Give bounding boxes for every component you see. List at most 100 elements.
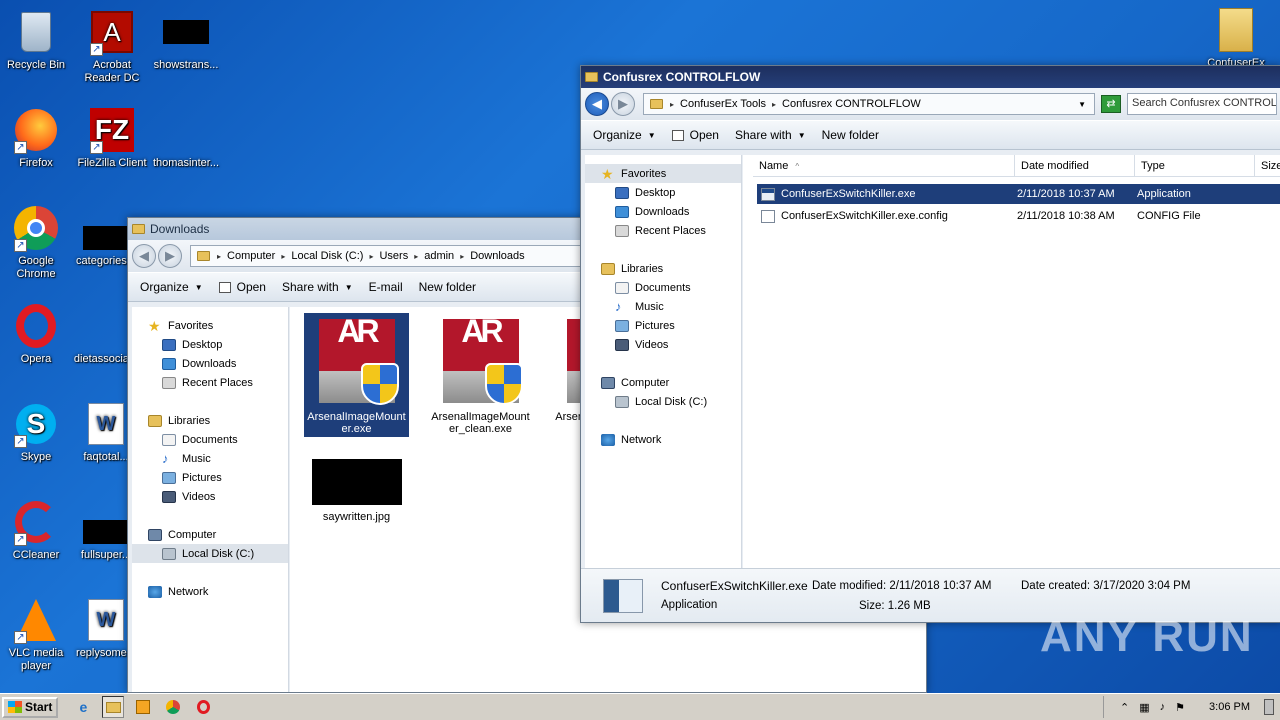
media-player-icon[interactable] (132, 696, 154, 718)
file-item[interactable]: AR ArsenalImageMounter_clean.exe (428, 313, 533, 437)
start-button[interactable]: Start (2, 696, 59, 718)
column-header-type[interactable]: Type (1135, 155, 1255, 176)
nav-libraries[interactable]: Libraries (132, 411, 288, 430)
folder-icon (197, 251, 210, 261)
desktop-icon-acrobat[interactable]: A ↗ Acrobat Reader DC (76, 8, 148, 85)
nav-videos[interactable]: Videos (132, 487, 288, 506)
file-type: Application (1137, 188, 1191, 200)
breadcrumb-confusrex-controlflow[interactable]: Confusrex CONTROLFLOW (782, 98, 921, 110)
nav-network[interactable]: Network (585, 430, 741, 449)
details-size-value: 1.26 MB (887, 600, 931, 612)
breadcrumb-downloads[interactable]: Downloads (470, 250, 524, 262)
breadcrumb-local-disk[interactable]: Local Disk (C:) (291, 250, 363, 262)
nav-local-disk[interactable]: Local Disk (C:) (132, 544, 288, 563)
opera-icon[interactable] (192, 696, 214, 718)
nav-documents[interactable]: Documents (585, 278, 741, 297)
file-item[interactable]: AR ArsenalImageMounter.exe (304, 313, 409, 437)
nav-computer[interactable]: Computer (585, 373, 741, 392)
column-header-name[interactable]: Name ^ (753, 155, 1015, 176)
new-folder-button[interactable]: New folder (411, 277, 484, 297)
nav-videos[interactable]: Videos (585, 335, 741, 354)
confusrex-window[interactable]: Confusrex CONTROLFLOW ◀ ▶ ▸ ConfuserEx T… (580, 65, 1280, 623)
back-button[interactable]: ◀ (585, 92, 609, 116)
breadcrumb-confuserex-tools[interactable]: ConfuserEx Tools (680, 98, 766, 110)
music-icon: ♪ (162, 450, 169, 466)
address-bar[interactable]: ▸ ConfuserEx Tools ▸ Confusrex CONTROLFLO… (643, 93, 1095, 115)
file-item[interactable]: saywritten.jpg (304, 457, 409, 523)
nav-network[interactable]: Network (132, 582, 288, 601)
organize-button[interactable]: Organize ▼ (585, 125, 664, 145)
nav-pictures[interactable]: Pictures (585, 316, 741, 335)
table-row[interactable]: ConfuserExSwitchKiller.exe 2/11/2018 10:… (757, 184, 1280, 204)
desktop-icon-filezilla[interactable]: FZ ↗ FileZilla Client (76, 106, 148, 170)
email-button[interactable]: E-mail (361, 277, 411, 297)
clock[interactable]: 3:06 PM (1209, 701, 1250, 713)
open-icon (218, 281, 231, 293)
share-with-button[interactable]: Share with ▼ (274, 277, 361, 297)
network-tray-icon[interactable]: ▦ (1139, 701, 1149, 714)
nav-music[interactable]: ♪ Music (132, 449, 288, 468)
nav-recent-places[interactable]: Recent Places (132, 373, 288, 392)
nav-desktop[interactable]: Desktop (132, 335, 288, 354)
nav-label: Local Disk (C:) (182, 547, 255, 560)
breadcrumb-users[interactable]: Users (379, 250, 408, 262)
folder-icon (132, 224, 145, 234)
column-label: Size (1261, 160, 1280, 172)
nav-pictures[interactable]: Pictures (132, 468, 288, 487)
breadcrumb-computer[interactable]: Computer (227, 250, 275, 262)
ie-icon[interactable]: e (72, 696, 94, 718)
desktop-icon-recycle-bin[interactable]: Recycle Bin (0, 8, 72, 72)
desktop-icon-opera[interactable]: Opera (0, 302, 72, 366)
forward-button[interactable]: ▶ (158, 244, 182, 268)
search-input[interactable]: Search Confusrex CONTROLFLOW (1127, 93, 1277, 115)
new-folder-button[interactable]: New folder (814, 125, 887, 145)
nav-downloads[interactable]: Downloads (132, 354, 288, 373)
action-center-flag-icon[interactable]: ⚑ (1175, 701, 1185, 714)
desktop-icon-chrome[interactable]: ↗ Google Chrome (0, 204, 72, 281)
chrome-icon[interactable] (162, 696, 184, 718)
refresh-icon[interactable]: ⇄ (1101, 95, 1121, 113)
forward-button[interactable]: ▶ (611, 92, 635, 116)
table-row[interactable]: ConfuserExSwitchKiller.exe.config 2/11/2… (757, 206, 1280, 226)
firefox-icon: ↗ (12, 106, 60, 154)
desktop-icon-showstrans[interactable]: showstrans... (150, 8, 222, 72)
volume-icon[interactable]: ♪ (1160, 701, 1166, 713)
column-header-date[interactable]: Date modified (1015, 155, 1135, 176)
explorer-icon[interactable] (102, 696, 125, 718)
desktop-icon-firefox[interactable]: ↗ Firefox (0, 106, 72, 170)
desktop-icon-confuserex-folder[interactable]: ConfuserEx (1200, 6, 1272, 70)
share-with-button[interactable]: Share with ▼ (727, 125, 814, 145)
nav-documents[interactable]: Documents (132, 430, 288, 449)
column-header-size[interactable]: Size (1255, 155, 1280, 176)
nav-favorites[interactable]: ★ Favorites (132, 316, 288, 335)
open-button[interactable]: Open (664, 125, 727, 145)
breadcrumb-admin[interactable]: admin (424, 250, 454, 262)
column-label: Type (1141, 160, 1165, 172)
details-filename: ConfuserExSwitchKiller.exe (661, 579, 808, 593)
organize-button[interactable]: Organize ▼ (132, 277, 211, 297)
file-list[interactable]: Name ^ Date modified Type Size ConfuserE… (743, 155, 1280, 568)
desktop-icon-vlc[interactable]: ↗ VLC media player (0, 596, 72, 673)
chevron-down-icon[interactable]: ▼ (1078, 100, 1086, 109)
nav-recent-places[interactable]: Recent Places (585, 221, 741, 240)
desktop-icon-thomasinter[interactable]: thomasinter... (150, 106, 222, 170)
desktop-icon-ccleaner[interactable]: ↗ CCleaner (0, 498, 72, 562)
nav-local-disk[interactable]: Local Disk (C:) (585, 392, 741, 411)
open-button[interactable]: Open (211, 277, 274, 297)
desktop-icon-skype[interactable]: S ↗ Skype (0, 400, 72, 464)
show-desktop-button[interactable] (1264, 699, 1274, 715)
nav-favorites[interactable]: ★ Favorites (585, 164, 741, 183)
documents-icon (162, 433, 176, 446)
pictures-icon (162, 471, 176, 484)
nav-desktop[interactable]: Desktop (585, 183, 741, 202)
nav-music[interactable]: ♪ Music (585, 297, 741, 316)
details-size-label: Size: (859, 600, 885, 612)
desktop-icon-label: Firefox (19, 157, 53, 169)
filezilla-icon: FZ ↗ (88, 106, 136, 154)
nav-computer[interactable]: Computer (132, 525, 288, 544)
nav-downloads[interactable]: Downloads (585, 202, 741, 221)
back-button[interactable]: ◀ (132, 244, 156, 268)
nav-libraries[interactable]: Libraries (585, 259, 741, 278)
show-hidden-icons-icon[interactable]: ⌃ (1120, 701, 1129, 714)
title-bar[interactable]: Confusrex CONTROLFLOW (581, 66, 1280, 88)
